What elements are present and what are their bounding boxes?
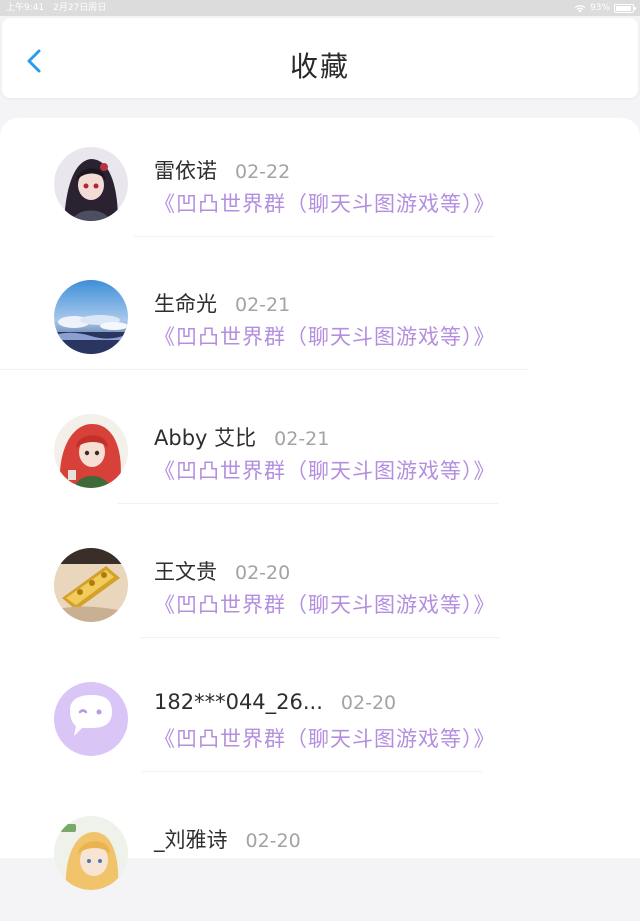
contact-name: 生命光 [154, 292, 217, 316]
status-time: 上午9:41 [6, 3, 45, 13]
favorite-date: 02-20 [245, 830, 301, 852]
avatar [54, 414, 128, 488]
list-item[interactable]: Abby 艾比 02-21 《凹凸世界群（聊天斗图游戏等）》 [0, 385, 640, 519]
golden-bracelet-avatar [54, 548, 128, 622]
anime-girl-dark-hair-avatar [54, 147, 128, 221]
favorite-date: 02-21 [235, 294, 291, 316]
page-title: 收藏 [289, 50, 350, 83]
anime-boy-blond-avatar [54, 816, 128, 890]
favorite-date: 02-20 [235, 562, 291, 584]
contact-name: 雷依诺 [154, 159, 217, 183]
group-name: 《凹凸世界群（聊天斗图游戏等）》 [154, 459, 496, 483]
group-name: 《凹凸世界群（聊天斗图游戏等）》 [154, 192, 496, 216]
contact-name: 182***044_26... [154, 690, 323, 714]
favorite-date: 02-22 [235, 161, 291, 183]
contact-name: _刘雅诗 [154, 828, 228, 852]
battery-percent: 93% [589, 3, 610, 13]
list-item[interactable]: 182***044_26... 02-20 《凹凸世界群（聊天斗图游戏等）》 [0, 653, 640, 787]
sky-clouds-avatar [54, 280, 128, 354]
contact-name: Abby 艾比 [154, 426, 257, 450]
wifi-icon [574, 4, 586, 12]
avatar [54, 816, 128, 890]
avatar [54, 147, 128, 221]
favorite-date: 02-21 [274, 428, 330, 450]
anime-girl-red-hair-avatar [54, 414, 128, 488]
favorites-list: 雷依诺 02-22 《凹凸世界群（聊天斗图游戏等）》 生命光 02-21 《凹凸… [0, 118, 640, 890]
favorite-date: 02-20 [340, 692, 397, 714]
group-name: 《凹凸世界群（聊天斗图游戏等）》 [154, 325, 496, 349]
contact-name: 王文贵 [154, 560, 217, 584]
status-date: 2月27日周日 [53, 3, 107, 13]
battery-icon [614, 3, 636, 13]
divider [118, 503, 498, 504]
list-item[interactable]: _刘雅诗 02-20 [0, 787, 640, 921]
list-item[interactable]: 王文贵 02-20 《凹凸世界群（聊天斗图游戏等）》 [0, 519, 640, 653]
group-name: 《凹凸世界群（聊天斗图游戏等）》 [154, 727, 496, 751]
group-name: 《凹凸世界群（聊天斗图游戏等）》 [154, 593, 496, 617]
avatar [54, 280, 128, 354]
status-bar: 上午9:41 2月27日周日 93% [0, 0, 640, 16]
header-bar: 收藏 [2, 18, 638, 98]
list-item[interactable]: 雷依诺 02-22 《凹凸世界群（聊天斗图游戏等）》 [0, 118, 640, 252]
battery-fill [616, 5, 631, 11]
list-item[interactable]: 生命光 02-21 《凹凸世界群（聊天斗图游戏等）》 [0, 251, 640, 385]
default-chat-bubble-avatar [54, 682, 128, 756]
divider [0, 369, 528, 370]
divider [134, 236, 494, 237]
divider [142, 771, 482, 772]
avatar [54, 682, 128, 756]
avatar [54, 548, 128, 622]
divider [140, 637, 500, 638]
